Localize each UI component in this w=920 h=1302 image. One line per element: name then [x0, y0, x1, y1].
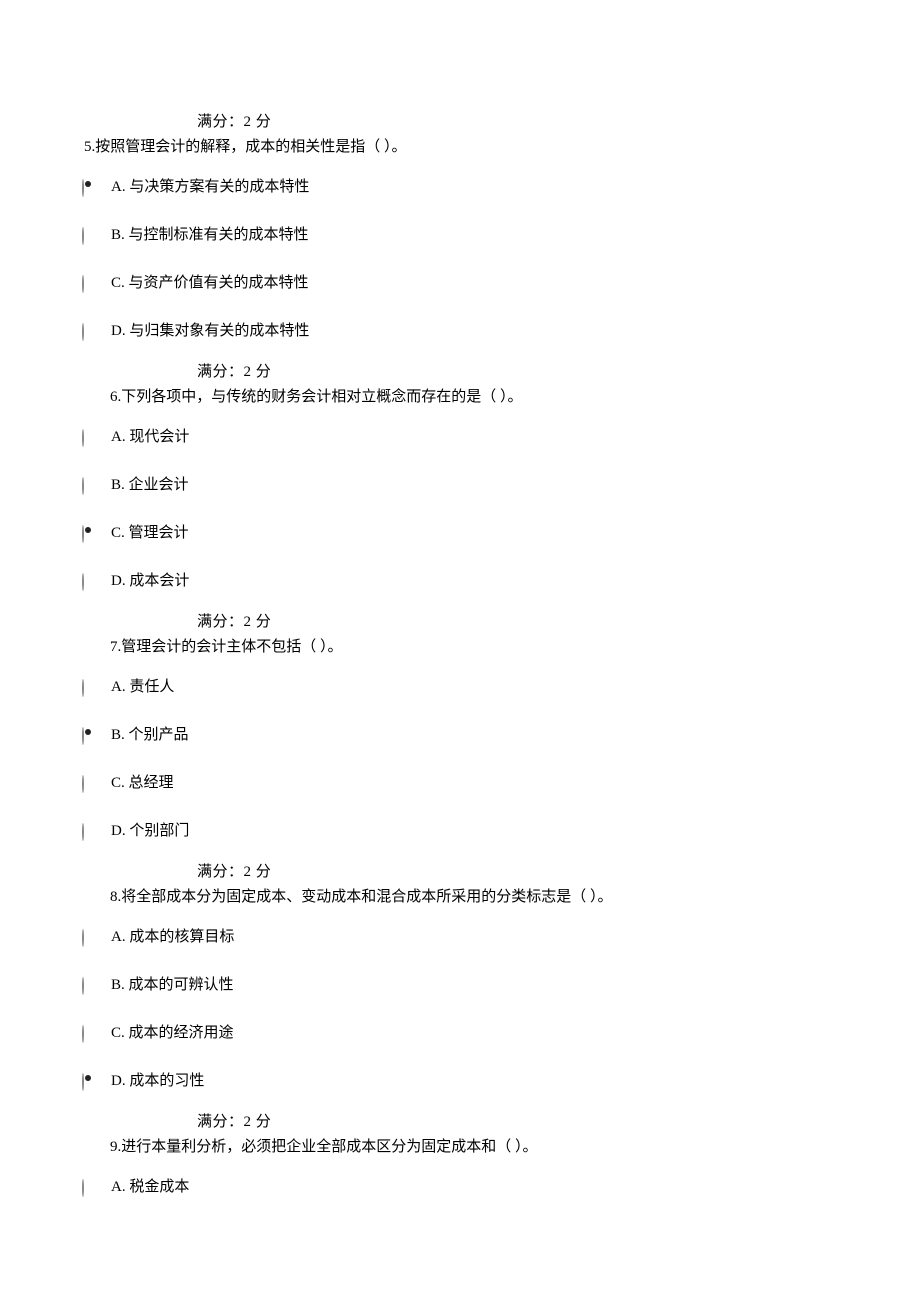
radio-button[interactable]	[82, 322, 95, 335]
option-row[interactable]: B. 与控制标准有关的成本特性	[0, 218, 920, 246]
option-text: A. 成本的核算目标	[95, 920, 234, 948]
option-row[interactable]: B. 个别产品	[0, 718, 920, 746]
option-row[interactable]: D. 成本会计	[0, 564, 920, 592]
option-text: A. 与决策方案有关的成本特性	[95, 170, 309, 198]
score-line: 满分：2 分	[0, 612, 920, 633]
question-line: 9. 进行本量利分析，必须把企业全部成本区分为固定成本和（ ）。	[0, 1137, 920, 1158]
question-text: 下列各项中，与传统的财务会计相对立概念而存在的是（ ）。	[121, 389, 522, 405]
question-text: 按照管理会计的解释，成本的相关性是指（ ）。	[95, 139, 406, 155]
option-text: B. 成本的可辨认性	[95, 968, 234, 996]
question-line: 7. 管理会计的会计主体不包括（ ）。	[0, 637, 920, 658]
option-row[interactable]: B. 企业会计	[0, 468, 920, 496]
option-row[interactable]: C. 总经理	[0, 766, 920, 794]
radio-button[interactable]	[82, 976, 95, 989]
option-text: A. 现代会计	[95, 420, 189, 448]
option-row[interactable]: A. 现代会计	[0, 420, 920, 448]
question-line: 6. 下列各项中，与传统的财务会计相对立概念而存在的是（ ）。	[0, 387, 920, 408]
radio-button[interactable]	[82, 726, 95, 739]
radio-button[interactable]	[82, 1178, 95, 1191]
radio-button[interactable]	[82, 1072, 95, 1085]
question-number: 7.	[110, 637, 121, 658]
option-row[interactable]: B. 成本的可辨认性	[0, 968, 920, 996]
question-line: 8. 将全部成本分为固定成本、变动成本和混合成本所采用的分类标志是（ ）。	[0, 887, 920, 908]
radio-button[interactable]	[82, 226, 95, 239]
option-text: B. 与控制标准有关的成本特性	[95, 218, 309, 246]
radio-button[interactable]	[82, 928, 95, 941]
option-row[interactable]: C. 管理会计	[0, 516, 920, 544]
option-row[interactable]: D. 个别部门	[0, 814, 920, 842]
option-row[interactable]: D. 成本的习性	[0, 1064, 920, 1092]
option-text: D. 成本的习性	[95, 1064, 204, 1092]
option-row[interactable]: A. 税金成本	[0, 1170, 920, 1198]
option-text: C. 总经理	[95, 766, 174, 794]
score-line: 满分：2 分	[0, 362, 920, 383]
radio-button[interactable]	[82, 678, 95, 691]
question-text: 进行本量利分析，必须把企业全部成本区分为固定成本和（ ）。	[121, 1139, 537, 1155]
radio-button[interactable]	[82, 524, 95, 537]
option-text: A. 责任人	[95, 670, 174, 698]
option-text: D. 成本会计	[95, 564, 189, 592]
option-text: C. 管理会计	[95, 516, 189, 544]
option-text: B. 企业会计	[95, 468, 189, 496]
score-line: 满分：2 分	[0, 112, 920, 133]
question-text: 管理会计的会计主体不包括（ ）。	[121, 639, 342, 655]
question-number: 9.	[110, 1137, 121, 1158]
option-text: D. 与归集对象有关的成本特性	[95, 314, 309, 342]
option-text: B. 个别产品	[95, 718, 189, 746]
option-row[interactable]: A. 与决策方案有关的成本特性	[0, 170, 920, 198]
option-row[interactable]: C. 与资产价值有关的成本特性	[0, 266, 920, 294]
option-text: D. 个别部门	[95, 814, 189, 842]
option-row[interactable]: A. 责任人	[0, 670, 920, 698]
score-line: 满分：2 分	[0, 1112, 920, 1133]
question-number: 5.	[84, 137, 95, 158]
radio-button[interactable]	[82, 476, 95, 489]
option-row[interactable]: C. 成本的经济用途	[0, 1016, 920, 1044]
option-text: A. 税金成本	[95, 1170, 189, 1198]
option-text: C. 成本的经济用途	[95, 1016, 234, 1044]
question-number: 6.	[110, 387, 121, 408]
question-number: 8.	[110, 887, 121, 908]
radio-button[interactable]	[82, 1024, 95, 1037]
question-line: 5. 按照管理会计的解释，成本的相关性是指（ ）。	[0, 137, 920, 158]
score-line: 满分：2 分	[0, 862, 920, 883]
option-row[interactable]: D. 与归集对象有关的成本特性	[0, 314, 920, 342]
option-row[interactable]: A. 成本的核算目标	[0, 920, 920, 948]
option-text: C. 与资产价值有关的成本特性	[95, 266, 309, 294]
question-text: 将全部成本分为固定成本、变动成本和混合成本所采用的分类标志是（ ）。	[121, 889, 612, 905]
radio-button[interactable]	[82, 428, 95, 441]
radio-button[interactable]	[82, 822, 95, 835]
radio-button[interactable]	[82, 572, 95, 585]
radio-button[interactable]	[82, 774, 95, 787]
radio-button[interactable]	[82, 178, 95, 191]
radio-button[interactable]	[82, 274, 95, 287]
